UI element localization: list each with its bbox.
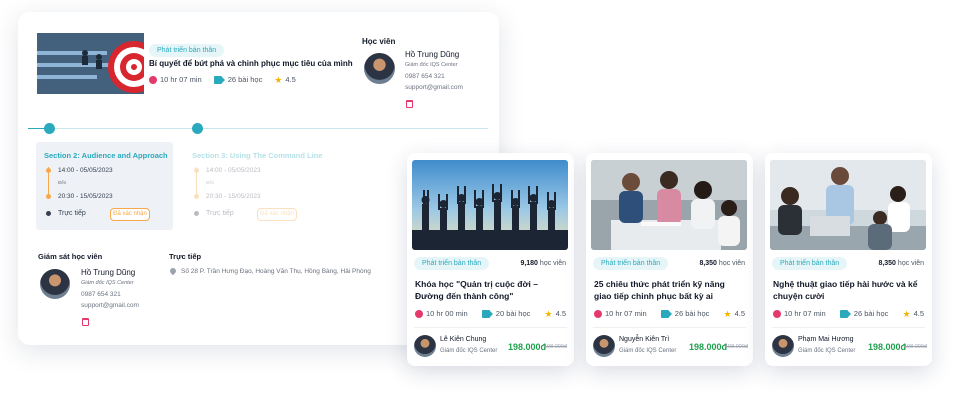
time-separator: Đến [206,180,215,185]
star-icon: ★ [274,74,283,85]
clock-icon [594,309,602,318]
supervisor-role: Giám đốc IQS Center [81,280,134,286]
supervisor-name: Hồ Trung Dũng [81,268,136,277]
course-title[interactable]: 25 chiêu thức phát triển kỹ năng giao ti… [594,278,744,302]
lessons-meta: 26 bài học [660,309,709,318]
trash-icon[interactable] [82,318,89,326]
end-time: 20:30 - 15/05/2023 [206,193,261,200]
course-title[interactable]: Khóa học "Quản trị cuộc đời – Đường đến … [415,278,565,302]
timeline-dot-section-3[interactable] [192,123,203,134]
end-dot [194,194,199,199]
student-heading: Học viên [362,37,396,46]
course-card[interactable]: Phát triển bản thân 8,350 học viên Nghệ … [765,153,932,366]
timeline-line [28,128,488,129]
video-icon [660,309,672,318]
course-image [412,160,568,250]
instructor-role: Giám đốc IQS Center [440,348,498,354]
duration-meta: 10 hr 07 min [594,309,647,318]
course-image [770,160,926,250]
category-chip: Phát triển bản thân [772,257,848,270]
time-separator: Đến [58,180,67,185]
section-title[interactable]: Section 3: Using The Command Line [192,151,322,160]
clock-icon [773,309,781,318]
category-chip: Phát triển bản thân [149,44,225,57]
old-price: 198.000đ [725,344,748,350]
start-time: 14:00 - 05/05/2023 [58,167,113,174]
mode-dot [46,211,51,216]
clock-icon [415,309,423,318]
price: 198.000đ [689,342,728,352]
rating-meta: ★ 4.5 [902,308,924,319]
old-price: 198.000đ [544,344,567,350]
video-icon [213,75,225,84]
mode-label: Trực tiếp [58,210,86,217]
trash-icon[interactable] [406,100,413,108]
confirmed-button[interactable]: Đã xác nhận [257,208,297,221]
learner-count: 8,350 học viên [699,260,745,267]
rating-meta: ★ 4.5 [723,308,745,319]
lessons-meta: 26 bài học [839,309,888,318]
course-card[interactable]: Phát triển bản thân 8,350 học viên 25 ch… [586,153,753,366]
lessons-meta: 20 bài học [481,309,530,318]
instructor-name: Lê Kiên Chung [440,336,487,343]
location-pin-icon [168,266,178,276]
course-title: Bí quyết để bứt phá và chinh phục mục ti… [149,59,353,68]
location-heading: Trực tiếp [169,252,202,261]
price: 198.000đ [508,342,547,352]
instructor-name: Nguyễn Kiên Trì [619,336,670,343]
student-role: Giám đốc IQS Center [405,62,458,68]
student-email: support@gmail.com [405,84,463,91]
old-price: 198.000đ [904,344,927,350]
student-phone: 0987 654 321 [405,73,445,80]
clock-icon [149,75,157,84]
avatar [364,53,395,84]
supervisor-heading: Giám sát học viên [38,252,103,261]
video-icon [481,309,493,318]
confirmed-button[interactable]: Đã xác nhận [110,208,150,221]
course-image [591,160,747,250]
start-dot [194,168,199,173]
student-name: Hồ Trung Dũng [405,50,460,59]
divider [414,327,567,328]
start-time: 14:00 - 05/05/2023 [206,167,261,174]
star-icon: ★ [723,308,732,319]
avatar [414,335,436,357]
avatar [40,269,70,299]
timeline-dot-section-2[interactable] [44,123,55,134]
supervisor-email: support@gmail.com [81,302,139,309]
lessons-meta: 26 bài học [213,75,262,84]
category-chip: Phát triển bản thân [414,257,490,270]
instructor-role: Giám đốc IQS Center [798,348,856,354]
start-dot [46,168,51,173]
course-title[interactable]: Nghệ thuật giao tiếp hài hước và kể chuy… [773,278,923,302]
learner-count: 8,350 học viên [878,260,924,267]
star-icon: ★ [544,308,553,319]
category-chip: Phát triển bản thân [593,257,669,270]
duration-meta: 10 hr 07 min [149,75,202,84]
end-time: 20:30 - 15/05/2023 [58,193,113,200]
location-address: Số 28 P. Trần Hưng Đạo, Hoàng Văn Thụ, H… [181,268,371,275]
course-thumbnail [37,33,144,94]
mode-label: Trực tiếp [206,210,234,217]
divider [593,327,746,328]
instructor-role: Giám đốc IQS Center [619,348,677,354]
learner-count: 9,180 học viên [520,260,566,267]
duration-meta: 10 hr 00 min [415,309,468,318]
mode-dot [194,211,199,216]
duration-meta: 10 hr 07 min [773,309,826,318]
rating-meta: ★ 4.5 [544,308,566,319]
price: 198.000đ [868,342,907,352]
instructor-name: Phạm Mai Hương [798,336,854,343]
course-card[interactable]: Phát triển bản thân 9,180 học viên Khóa … [407,153,574,366]
supervisor-phone: 0987 654 321 [81,291,121,298]
end-dot [46,194,51,199]
avatar [593,335,615,357]
star-icon: ★ [902,308,911,319]
video-icon [839,309,851,318]
section-title: Section 2: Audience and Approach [44,151,168,160]
divider [772,327,925,328]
rating-meta: ★ 4.5 [274,74,296,85]
avatar [772,335,794,357]
